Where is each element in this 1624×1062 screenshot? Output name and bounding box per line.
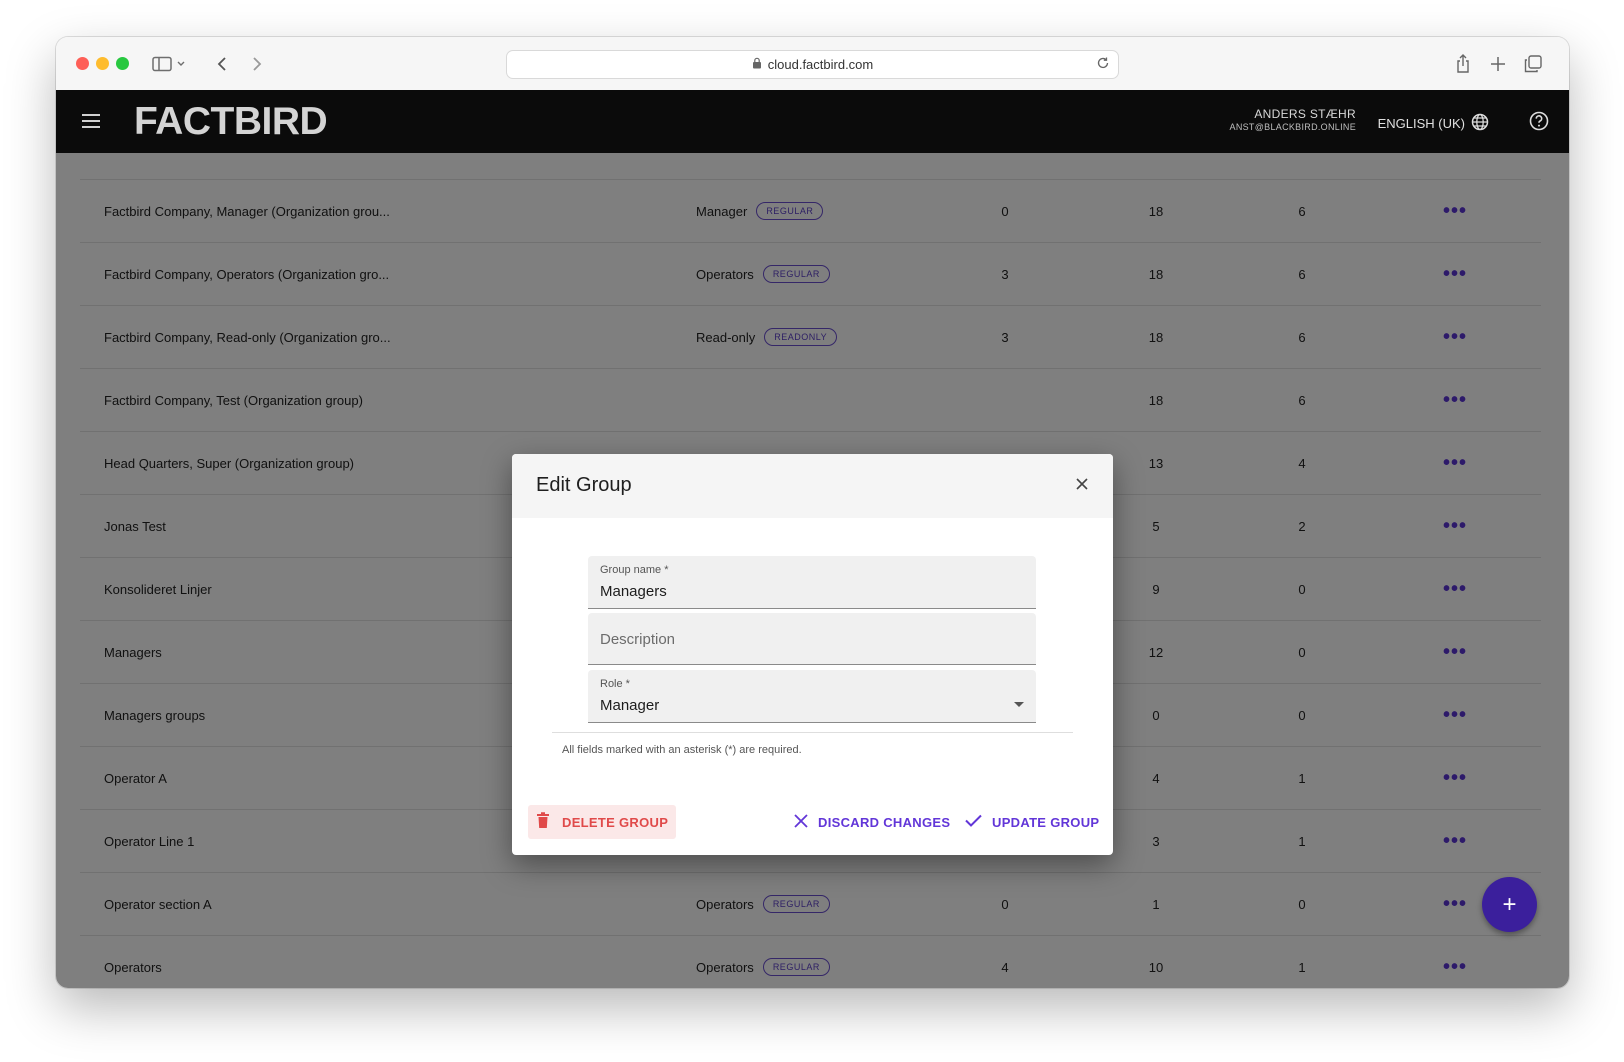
update-group-button[interactable]: UPDATE GROUP [965,805,1099,839]
sidebar-toggle-icon[interactable] [152,53,186,75]
role-value: Manager [600,697,660,714]
factbird-logo[interactable]: FACTBIRD [134,100,328,144]
discard-changes-button[interactable]: DISCARD CHANGES [794,805,950,839]
tab-overview-icon[interactable] [1524,53,1542,75]
discard-changes-label: DISCARD CHANGES [818,814,951,830]
delete-group-button[interactable]: DELETE GROUP [528,805,677,839]
description-placeholder: Description [600,631,676,648]
description-field[interactable]: Description [588,613,1036,665]
address-bar[interactable]: cloud.factbird.com [506,50,1119,79]
role-select[interactable]: Role * Manager [588,670,1036,723]
app-header: FACTBIRD ANDERS STÆHR ANST@BLACKBIRD.ONL… [56,90,1569,153]
user-name: ANDERS STÆHR [1254,107,1356,121]
url-text: cloud.factbird.com [767,57,874,72]
menu-icon[interactable] [82,114,100,133]
form-divider [552,732,1073,733]
checkmark-icon [965,814,992,830]
group-name-value[interactable]: Managers [600,583,667,600]
user-email: ANST@BLACKBIRD.ONLINE [1229,122,1356,132]
discard-x-icon [794,813,818,831]
delete-group-label: DELETE GROUP [562,814,669,830]
zoom-window-button[interactable] [116,57,129,70]
lock-icon [752,57,762,72]
add-group-button[interactable]: + [1482,877,1537,932]
group-name-field[interactable]: Group name * Managers [588,556,1036,609]
help-icon[interactable] [1529,111,1549,136]
update-group-label: UPDATE GROUP [992,814,1100,830]
edit-group-dialog: Edit Group Group name * Managers Descrip… [512,454,1113,855]
user-info[interactable]: ANDERS STÆHR ANST@BLACKBIRD.ONLINE [1230,107,1356,132]
minimize-window-button[interactable] [96,57,109,70]
role-label: Role * [600,678,630,690]
new-tab-icon[interactable] [1490,53,1506,75]
dialog-title: Edit Group [536,474,632,496]
required-fields-note: All fields marked with an asterisk (*) a… [562,744,802,756]
browser-toolbar: cloud.factbird.com [56,37,1569,91]
trash-icon [536,812,562,832]
share-icon[interactable] [1455,53,1471,75]
group-name-label: Group name * [600,564,669,576]
back-icon[interactable] [216,53,228,75]
reload-icon[interactable] [1096,56,1110,73]
language-label: ENGLISH (UK) [1377,116,1465,131]
close-window-button[interactable] [76,57,89,70]
dialog-header: Edit Group [512,454,1113,518]
forward-icon[interactable] [251,53,263,75]
language-selector[interactable]: ENGLISH (UK) [1378,113,1489,134]
globe-icon [1465,113,1489,134]
dropdown-arrow-icon[interactable] [1014,695,1024,713]
groups-page: •••Factbird Company, Manager (Organizati… [56,153,1569,988]
close-icon[interactable] [1075,477,1089,496]
browser-window: cloud.factbird.com FACTBIRD ANDERS STÆHR… [56,37,1569,988]
